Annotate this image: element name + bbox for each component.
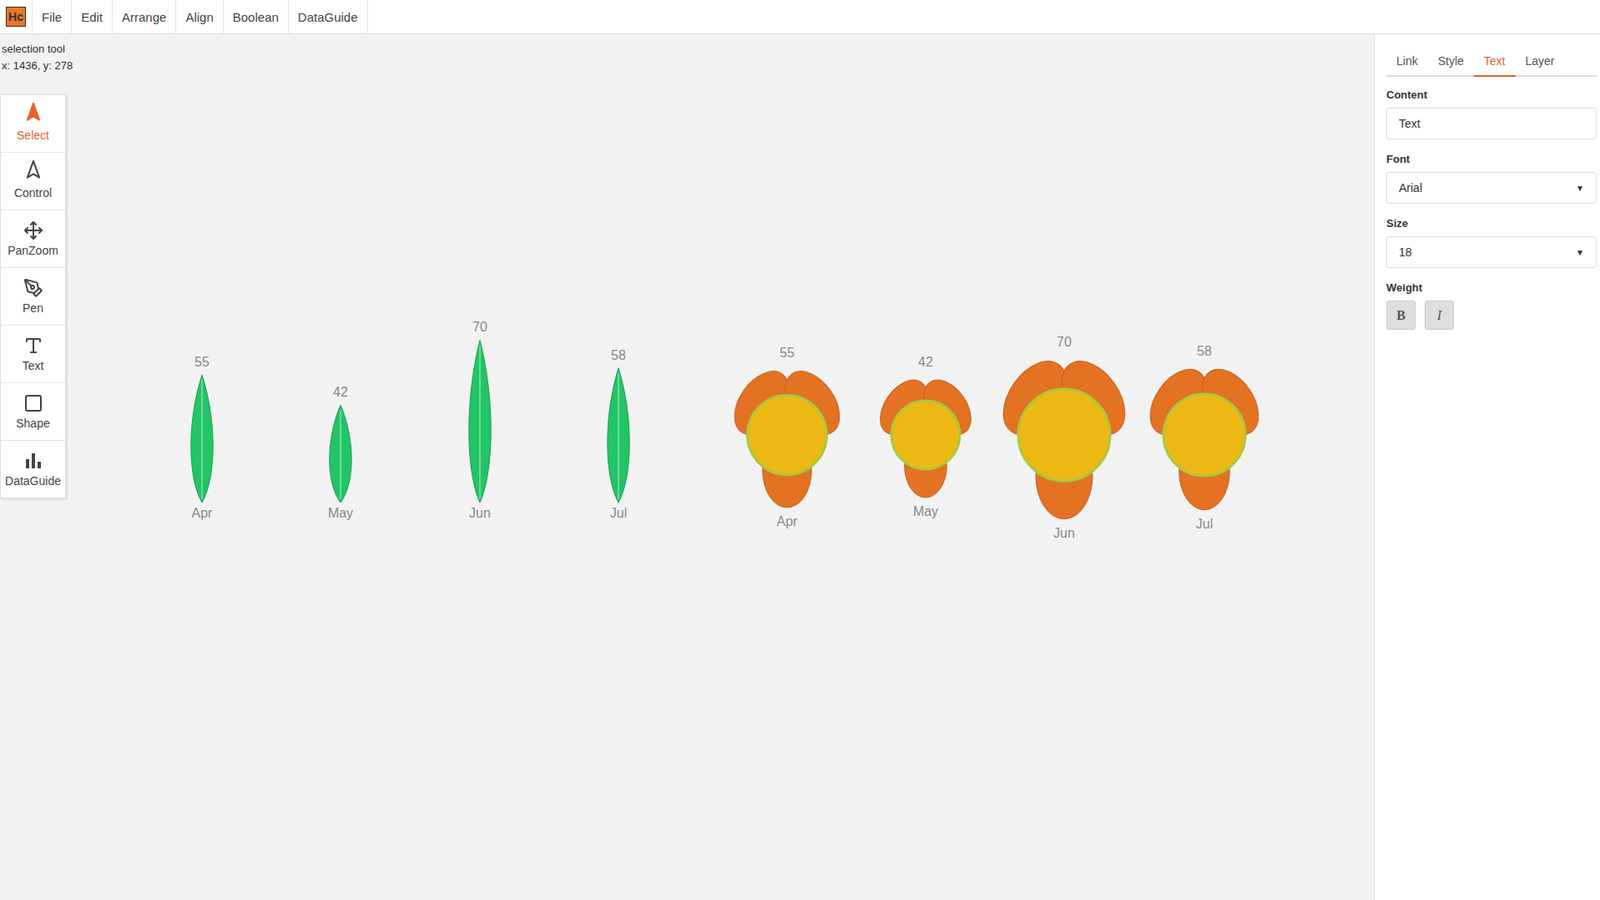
- tool-name: selection tool: [1, 40, 73, 58]
- properties-panel: LinkStyleTextLayerContentTextFontArial▼S…: [1373, 34, 1600, 900]
- category-label: May: [913, 504, 939, 519]
- value-label: 70: [472, 319, 488, 334]
- category-label: Jun: [469, 505, 491, 520]
- app-window: HcFileEditArrangeAlignBooleanDataGuide55…: [0, 0, 1600, 900]
- field-label: Content: [1386, 88, 1597, 101]
- flower-mark[interactable]: 70 Jun: [990, 334, 1138, 541]
- workspace: 55Apr42May70Jun58Jul55Apr42May70Jun58Jul…: [0, 34, 1600, 900]
- category-label: May: [328, 505, 354, 520]
- canvas[interactable]: 55Apr42May70Jun58Jul55Apr42May70Jun58Jul…: [0, 34, 1374, 900]
- size-select[interactable]: 18▼: [1386, 236, 1597, 268]
- caret-icon: ▼: [1575, 247, 1585, 258]
- panel-tab[interactable]: Link: [1386, 47, 1429, 77]
- weight-button[interactable]: B: [1386, 300, 1416, 330]
- caret-icon: ▼: [1575, 183, 1585, 193]
- cursor-coords: x: 1436, y: 278: [1, 57, 73, 75]
- shape-icon: [23, 393, 44, 414]
- tool-button[interactable]: Pen: [0, 267, 66, 326]
- content-field: Content Text: [1386, 88, 1597, 140]
- category-label: Apr: [191, 505, 214, 520]
- flower-chart: 55 Apr 42 May 70 Jun 58 Jul: [723, 334, 1271, 541]
- value-label: 55: [194, 354, 210, 369]
- bar-chart-icon: [23, 450, 44, 471]
- leaf-mark[interactable]: 42 May: [328, 384, 354, 520]
- menu-item[interactable]: Arrange: [112, 0, 177, 34]
- font-field: Font Arial▼: [1386, 152, 1597, 204]
- logo: Hc: [0, 0, 33, 34]
- panel-tab[interactable]: Text: [1473, 47, 1516, 77]
- weight-button[interactable]: I: [1424, 300, 1454, 330]
- value-label: 70: [1056, 334, 1072, 349]
- select-arrow-icon: [19, 100, 48, 130]
- menu-item[interactable]: File: [32, 0, 72, 34]
- status-readout: selection toolx: 1436, y: 278: [1, 40, 73, 75]
- field-label: Weight: [1386, 281, 1597, 294]
- tool-button[interactable]: Select: [0, 95, 66, 153]
- flower-mark[interactable]: 55 Apr: [723, 345, 851, 529]
- control-arrow-icon: [19, 158, 48, 187]
- panel-tabs: LinkStyleTextLayer: [1386, 47, 1597, 77]
- weight-buttons: BI: [1386, 300, 1597, 330]
- panel-tab[interactable]: Layer: [1515, 47, 1565, 77]
- menu-item[interactable]: Boolean: [223, 0, 289, 34]
- menu-item[interactable]: Edit: [71, 0, 113, 34]
- field-label: Size: [1386, 217, 1597, 230]
- chart-canvas: 55 Apr 42 May 70 Jun 58 Jul 55 Apr 42 May 70 Jun 58 Jul: [0, 34, 1374, 900]
- logo-mark: Hc: [5, 6, 26, 27]
- tool-button[interactable]: Shape: [0, 383, 66, 441]
- leaf-mark[interactable]: 58 Jul: [607, 348, 630, 520]
- value-label: 58: [610, 348, 626, 363]
- text-icon: [23, 335, 44, 356]
- value-label: 42: [333, 384, 349, 399]
- category-label: Jun: [1053, 525, 1076, 541]
- panel-tab[interactable]: Style: [1428, 47, 1474, 77]
- tool-button[interactable]: PanZoom: [0, 210, 66, 268]
- category-label: Jul: [1196, 516, 1213, 531]
- content-input[interactable]: Text: [1386, 107, 1597, 140]
- value-label: 58: [1196, 343, 1212, 359]
- menu-item[interactable]: Align: [176, 0, 223, 34]
- leaf-mark[interactable]: 70 Jun: [469, 319, 491, 520]
- value-label: 42: [918, 354, 934, 369]
- flower-mark[interactable]: 58 Jul: [1138, 343, 1270, 531]
- field-label: Font: [1386, 152, 1597, 166]
- tool-bar: SelectControlPanZoomPenTextShapeDataGuid…: [0, 94, 66, 499]
- value-label: 55: [779, 345, 795, 360]
- font-select[interactable]: Arial▼: [1386, 171, 1597, 204]
- size-field: Size 18▼: [1386, 217, 1597, 268]
- menu-item[interactable]: DataGuide: [288, 0, 369, 34]
- tool-button[interactable]: DataGuide: [0, 440, 66, 498]
- pen-icon: [23, 277, 44, 298]
- weight-field: Weight BI: [1386, 281, 1597, 330]
- tool-button[interactable]: Control: [0, 152, 66, 211]
- pan-zoom-icon: [23, 220, 44, 241]
- tool-button[interactable]: Text: [0, 325, 66, 384]
- category-label: Jul: [610, 505, 627, 520]
- leaf-chart: 55 Apr 42 May 70 Jun 58 Jul: [191, 319, 630, 520]
- leaf-mark[interactable]: 55 Apr: [191, 354, 213, 520]
- category-label: Apr: [777, 514, 799, 529]
- menu-bar: Hc FileEditArrangeAlignBooleanDataGuide: [0, 0, 1600, 35]
- flower-mark[interactable]: 42 May: [870, 354, 981, 518]
